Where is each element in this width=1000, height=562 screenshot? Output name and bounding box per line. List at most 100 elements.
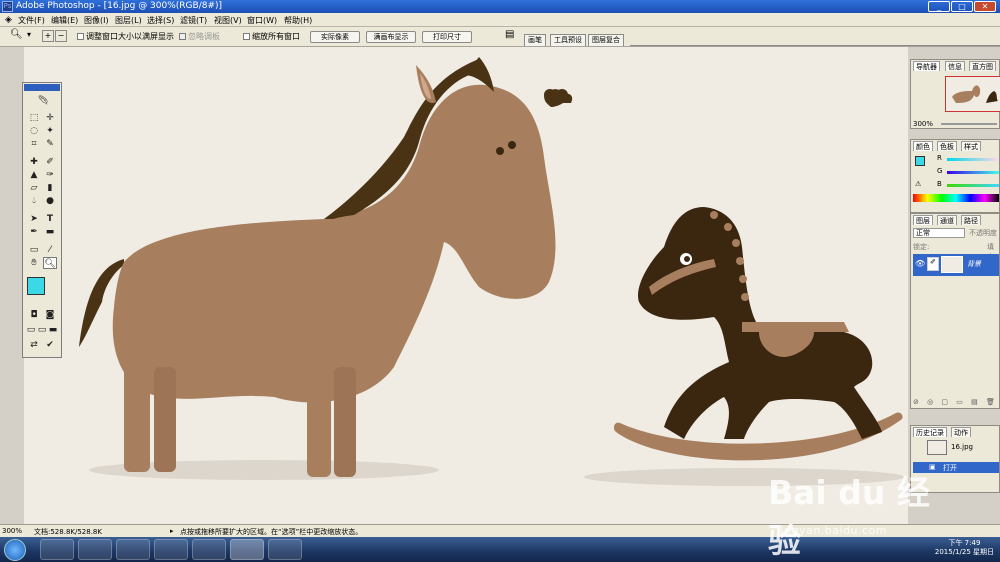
tab-color[interactable]: 颜色 — [913, 141, 933, 151]
pen-tool-icon[interactable]: ✒ — [27, 226, 41, 238]
fit-on-screen-button[interactable]: 满画布显示 — [366, 31, 416, 43]
brush-tool-icon[interactable]: ✐ — [43, 156, 57, 168]
menu-help[interactable]: 帮助(H) — [284, 15, 312, 26]
start-button[interactable] — [4, 539, 26, 561]
tab-brushes[interactable]: 画笔 — [524, 34, 546, 46]
mane-dot — [724, 223, 732, 231]
menu-app-icon[interactable]: ◈ — [5, 15, 12, 25]
tab-channels[interactable]: 通道 — [937, 215, 957, 225]
horse-leg-front-right — [334, 367, 356, 477]
check-icon[interactable]: ✔ — [43, 339, 57, 351]
healing-brush-icon[interactable]: ✚ — [27, 156, 41, 168]
dodge-tool-icon[interactable]: ● — [43, 195, 57, 207]
screen-mode-full-icon[interactable]: ▬ — [47, 324, 59, 336]
taskbar-app-icon[interactable] — [154, 539, 188, 560]
menu-filter[interactable]: 滤镜(T) — [180, 15, 207, 26]
menu-file[interactable]: 文件(F) — [18, 15, 45, 26]
path-select-icon[interactable]: ➤ — [27, 213, 41, 225]
menu-bar: ◈ 文件(F) 编辑(E) 图像(I) 图层(L) 选择(S) 滤镜(T) 视图… — [0, 13, 1000, 27]
type-tool-icon[interactable]: T — [43, 213, 57, 225]
close-button[interactable]: ✕ — [974, 1, 996, 12]
zoom-all-checkbox[interactable] — [243, 33, 250, 40]
nav-zoom-value[interactable]: 300% — [913, 120, 933, 128]
standard-mode-icon[interactable]: ◘ — [27, 309, 41, 321]
menu-image[interactable]: 图像(I) — [84, 15, 109, 26]
imageready-icon[interactable]: ⇄ — [27, 339, 41, 351]
notes-tool-icon[interactable]: ▭ — [27, 244, 41, 256]
move-tool-icon[interactable]: ✛ — [43, 112, 57, 124]
eraser-tool-icon[interactable]: ▱ — [27, 182, 41, 194]
eyedropper-icon[interactable]: ⁄ — [43, 244, 57, 256]
tab-paths[interactable]: 路径 — [961, 215, 981, 225]
taskbar-screen-icon[interactable] — [116, 539, 150, 560]
menu-view[interactable]: 视图(V) — [214, 15, 242, 26]
zoom-in-icon[interactable]: + — [42, 30, 54, 42]
stamp-tool-icon[interactable]: ▲ — [27, 169, 41, 181]
opacity-label: 不透明度 — [969, 229, 997, 237]
status-zoom[interactable]: 300% — [2, 527, 22, 535]
taskbar-photoshop-icon[interactable] — [230, 539, 264, 560]
tab-swatches[interactable]: 色板 — [937, 141, 957, 151]
menu-edit[interactable]: 编辑(E) — [51, 15, 78, 26]
actual-pixels-button[interactable]: 实际像素 — [310, 31, 360, 43]
foreground-color-swatch[interactable] — [27, 277, 45, 295]
ignore-palettes-checkbox[interactable] — [179, 33, 186, 40]
mane-dot — [741, 293, 749, 301]
zoom-tool-active-icon[interactable]: 🔍︎ — [43, 257, 57, 269]
menu-layer[interactable]: 图层(L) — [115, 15, 142, 26]
document-canvas[interactable] — [24, 47, 908, 524]
maximize-button[interactable]: □ — [951, 1, 973, 12]
blend-mode-select[interactable]: 正常 — [913, 228, 965, 238]
shape-tool-icon[interactable]: ▬ — [43, 226, 57, 238]
channel-g-slider[interactable] — [947, 171, 999, 174]
layer-row-background[interactable]: 👁︎ ✐ 背景 — [913, 254, 999, 276]
tool-preset-dropdown[interactable]: ▾ — [27, 30, 31, 39]
layer-name: 背景 — [967, 260, 981, 268]
blur-tool-icon[interactable]: 💧︎ — [27, 195, 41, 207]
layer-actions-row[interactable]: ⊘ ◎ ▢ ▭ ▤ 🗑︎ — [913, 398, 999, 407]
navigator-thumbnail[interactable] — [945, 76, 1000, 112]
feather-logo-icon[interactable]: 🪶︎ — [27, 95, 59, 109]
taskbar-ie-icon[interactable] — [40, 539, 74, 560]
toolbox-titlebar[interactable] — [24, 84, 60, 91]
tab-actions[interactable]: 动作 — [951, 427, 971, 437]
menu-window[interactable]: 窗口(W) — [247, 15, 277, 26]
slice-tool-icon[interactable]: ✎ — [43, 138, 57, 150]
palette-well-icon[interactable]: ▤ — [505, 29, 514, 40]
status-doc-size[interactable]: 文档:528.8K/528.8K — [34, 527, 102, 537]
tab-styles[interactable]: 样式 — [961, 141, 981, 151]
tab-layers[interactable]: 图层 — [913, 215, 933, 225]
zoom-tool-icon[interactable]: 🔍︎ — [10, 29, 23, 40]
taskbar-baidu-icon[interactable] — [192, 539, 226, 560]
lasso-tool-icon[interactable]: ◌ — [27, 125, 41, 137]
status-arrow-icon[interactable]: ▸ — [170, 527, 174, 535]
print-size-button[interactable]: 打印尺寸 — [422, 31, 472, 43]
gradient-tool-icon[interactable]: ▮ — [43, 182, 57, 194]
tab-layer-comps[interactable]: 图层复合 — [588, 34, 624, 46]
zoom-out-icon[interactable]: − — [55, 30, 67, 42]
taskbar-explorer-icon[interactable] — [78, 539, 112, 560]
color-ramp[interactable] — [913, 194, 999, 202]
hand-tool-icon[interactable]: ✋︎ — [27, 257, 41, 269]
tab-histogram[interactable]: 直方图 — [969, 61, 996, 71]
magic-wand-icon[interactable]: ✦ — [43, 125, 57, 137]
history-brush-icon[interactable]: ✑ — [43, 169, 57, 181]
crop-tool-icon[interactable]: ⌗ — [27, 138, 41, 150]
minimize-button[interactable]: _ — [928, 1, 950, 12]
layer-visibility-eye-icon[interactable]: 👁︎ — [915, 259, 925, 268]
tab-history[interactable]: 历史记录 — [913, 427, 947, 437]
history-snapshot-row[interactable]: 16.jpg — [913, 440, 999, 456]
taskbar-360-icon[interactable] — [268, 539, 302, 560]
saddle-top — [742, 322, 849, 332]
resize-windows-checkbox[interactable] — [77, 33, 84, 40]
quickmask-mode-icon[interactable]: ◙ — [43, 309, 57, 321]
tab-navigator[interactable]: 导航器 — [913, 61, 940, 71]
nav-zoom-slider[interactable] — [941, 123, 997, 125]
color-fg-swatch[interactable] — [915, 156, 925, 166]
channel-r-slider[interactable] — [947, 158, 999, 161]
marquee-tool-icon[interactable]: ⬚ — [27, 112, 41, 124]
tab-tool-presets[interactable]: 工具预设 — [550, 34, 586, 46]
tab-info[interactable]: 信息 — [945, 61, 965, 71]
menu-select[interactable]: 选择(S) — [147, 15, 174, 26]
channel-b-slider[interactable] — [947, 184, 999, 187]
